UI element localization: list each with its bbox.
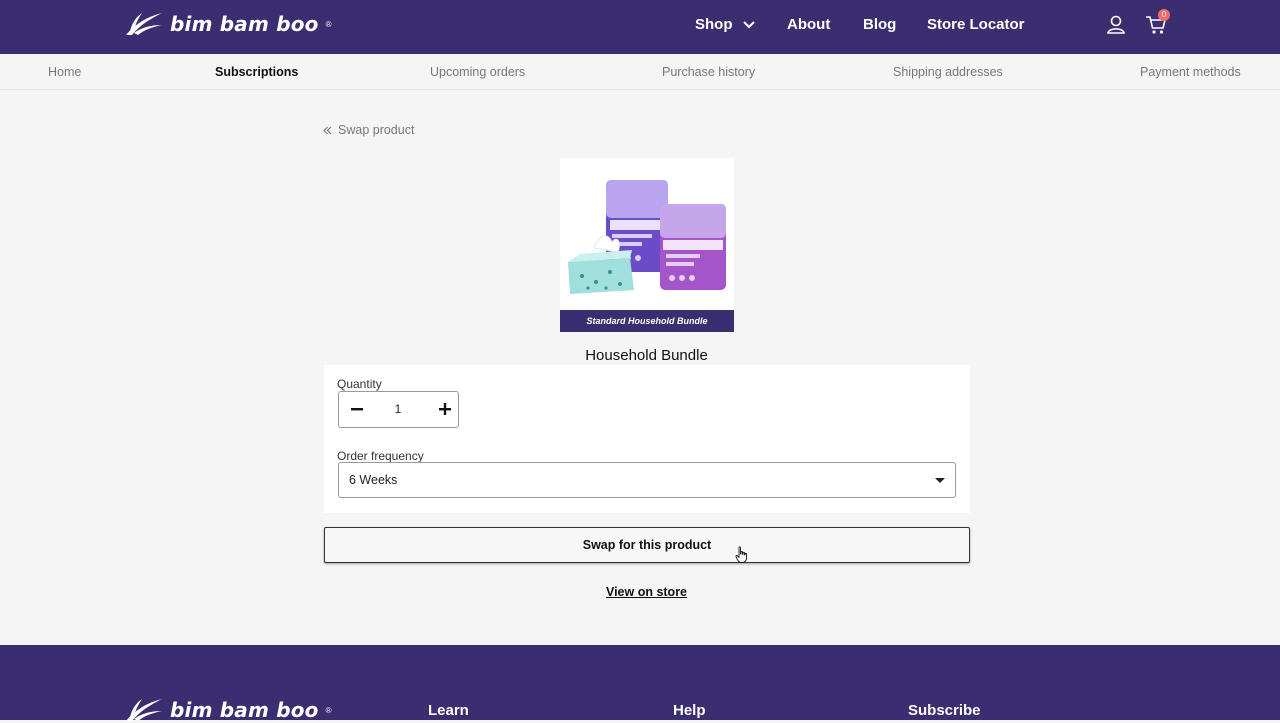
account-subnav: Home Subscriptions Upcoming orders Purch… [0, 54, 1280, 90]
footer-brand-logo[interactable]: bim bam boo ® [124, 697, 332, 723]
product-photo [568, 180, 726, 294]
subnav-payment-methods[interactable]: Payment methods [1140, 65, 1241, 79]
minus-icon[interactable] [349, 401, 365, 417]
bamboo-leaf-icon [126, 13, 162, 35]
product-image-banner: Standard Household Bundle [560, 310, 734, 332]
registered-mark: ® [325, 19, 332, 29]
footer-heading-subscribe: Subscribe [908, 702, 981, 719]
subnav-shipping-addresses[interactable]: Shipping addresses [893, 65, 1003, 79]
subnav-purchase-history[interactable]: Purchase history [662, 65, 755, 79]
registered-mark: ® [325, 705, 332, 715]
order-frequency-value: 6 Weeks [349, 473, 398, 487]
nav-shop[interactable]: Shop [695, 16, 755, 33]
quantity-label: Quantity [337, 377, 382, 391]
swap-product-button[interactable]: Swap for this product [324, 527, 970, 563]
nav-about[interactable]: About [787, 16, 830, 33]
view-on-store-link[interactable]: View on store [323, 585, 970, 599]
back-link-label: Swap product [338, 123, 415, 137]
caret-down-icon [935, 478, 945, 483]
footer-brand-name: bim bam boo [170, 698, 319, 722]
site-footer: bim bam boo ® Learn Help Subscribe [0, 645, 1280, 723]
chevron-down-icon [742, 21, 755, 29]
footer-heading-help: Help [673, 702, 706, 719]
brand-logo[interactable]: bim bam boo ® [124, 11, 332, 37]
brand-name: bim bam boo [170, 12, 319, 36]
quantity-stepper[interactable]: 1 [338, 391, 459, 428]
back-to-swap-link[interactable]: Swap product [323, 123, 414, 137]
bamboo-leaf-icon [126, 699, 162, 721]
nav-store-locator[interactable]: Store Locator [927, 16, 1025, 33]
account-icon[interactable] [1103, 12, 1129, 38]
subnav-upcoming-orders[interactable]: Upcoming orders [430, 65, 525, 79]
double-chevron-left-icon [323, 126, 332, 134]
footer-heading-learn: Learn [428, 702, 469, 719]
nav-shop-label: Shop [695, 16, 733, 33]
subnav-home[interactable]: Home [48, 65, 81, 79]
top-navigation-bar: bim bam boo ® Shop About Blog Store Locat… [0, 0, 1280, 54]
order-frequency-select[interactable]: 6 Weeks [338, 462, 956, 498]
cart-count-badge: 0 [1158, 9, 1170, 21]
plus-icon[interactable] [437, 401, 453, 417]
nav-blog[interactable]: Blog [863, 16, 896, 33]
quantity-value[interactable]: 1 [383, 402, 413, 416]
order-frequency-label: Order frequency [337, 449, 424, 463]
hand-pointer-cursor-icon [735, 546, 747, 563]
product-image: Standard Household Bundle [560, 158, 734, 332]
subnav-subscriptions[interactable]: Subscriptions [215, 65, 298, 79]
product-title: Household Bundle [585, 347, 708, 364]
